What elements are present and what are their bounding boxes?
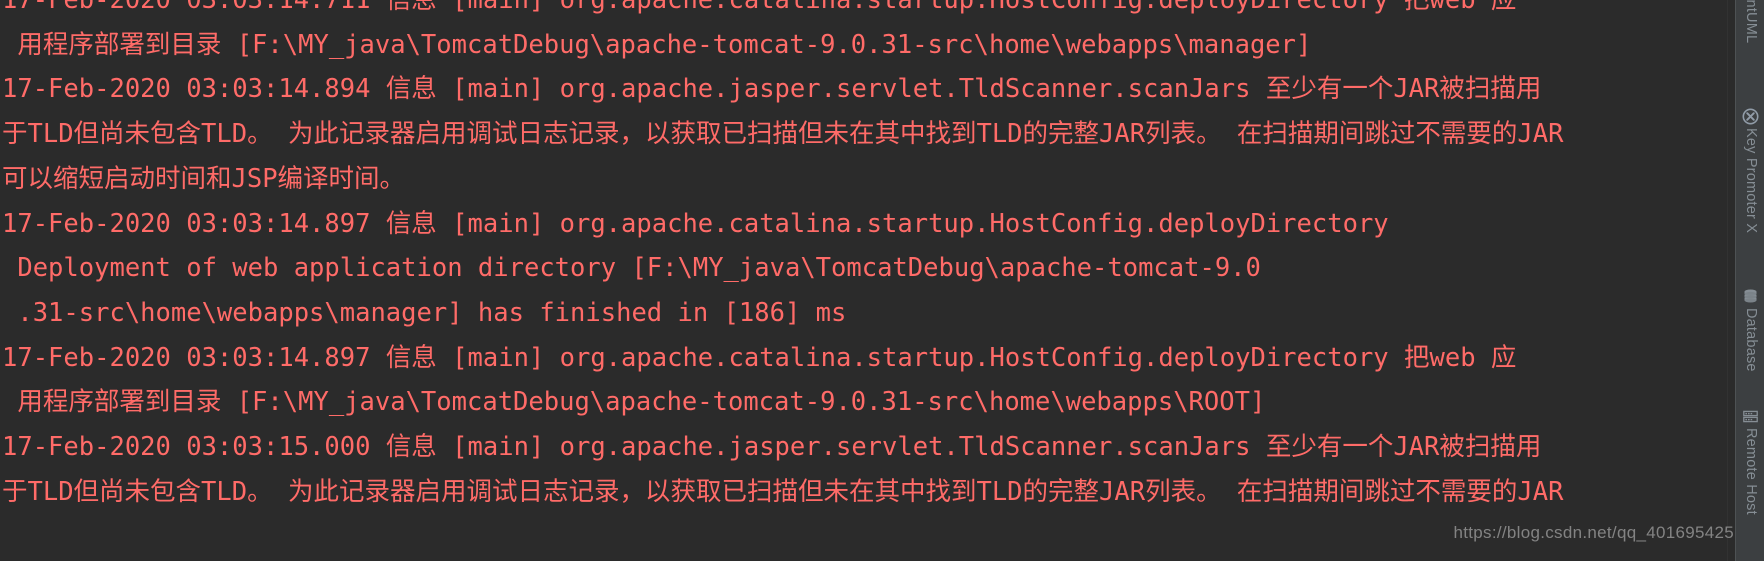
tool-window-label-plantuml: PlantUML bbox=[1743, 0, 1759, 44]
log-line: 17-Feb-2020 03:03:15.000 信息 [main] org.a… bbox=[2, 432, 1542, 463]
log-line: 17-Feb-2020 03:03:14.711 信息 [main] org.a… bbox=[2, 0, 1517, 15]
log-line: 17-Feb-2020 03:03:14.897 信息 [main] org.a… bbox=[2, 342, 1517, 373]
console-lines-container: 17-Feb-2020 03:03:14.711 信息 [main] org.a… bbox=[0, 0, 1700, 514]
log-line: .31-src\home\webapps\manager] has finish… bbox=[2, 297, 847, 328]
tomcat-log-console[interactable]: 17-Feb-2020 03:03:14.711 信息 [main] org.a… bbox=[0, 0, 1700, 561]
key-promoter-x-icon bbox=[1742, 108, 1759, 125]
log-line: 用程序部署到目录 [F:\MY_java\TomcatDebug\apache-… bbox=[2, 387, 1266, 418]
log-line: 于TLD但尚未包含TLD。 为此记录器启用调试日志记录，以获取已扫描但未在其中找… bbox=[2, 476, 1564, 507]
ide-console-window: 17-Feb-2020 03:03:14.711 信息 [main] org.a… bbox=[0, 0, 1764, 561]
tool-window-label-key-promoter-x: Key Promoter X bbox=[1743, 128, 1759, 234]
log-line: 17-Feb-2020 03:03:14.894 信息 [main] org.a… bbox=[2, 74, 1542, 105]
log-line: 可以缩短启动时间和JSP编译时间。 bbox=[2, 163, 406, 194]
log-line: 17-Feb-2020 03:03:14.897 信息 [main] org.a… bbox=[2, 208, 1389, 239]
log-line: Deployment of web application directory … bbox=[2, 253, 1261, 284]
console-right-edge bbox=[1727, 0, 1735, 561]
log-line: 用程序部署到目录 [F:\MY_java\TomcatDebug\apache-… bbox=[2, 29, 1312, 60]
database-icon bbox=[1742, 288, 1759, 305]
right-tool-window-strip[interactable]: PlantUML Key Promoter X Database Remote … bbox=[1735, 0, 1764, 561]
tool-window-label-database: Database bbox=[1743, 308, 1759, 372]
remote-host-icon bbox=[1742, 408, 1759, 425]
tool-window-label-remote-host: Remote Host bbox=[1743, 428, 1759, 515]
log-line: 于TLD但尚未包含TLD。 为此记录器启用调试日志记录，以获取已扫描但未在其中找… bbox=[2, 119, 1564, 150]
